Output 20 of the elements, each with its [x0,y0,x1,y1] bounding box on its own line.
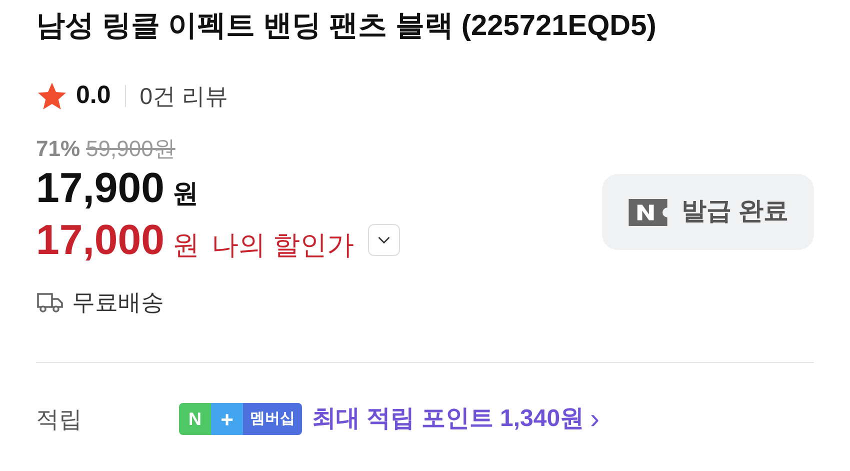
truck-icon [36,291,64,313]
expand-button[interactable] [368,224,400,256]
discount-rate: 71% [36,135,80,163]
points-info[interactable]: 최대 적립 포인트 1,340원 [312,401,584,437]
points-label: 적립 [36,404,83,434]
original-price: 59,900원 [86,135,176,163]
my-price: 17,000 [36,215,164,265]
coupon-button[interactable]: 발급 완료 [602,174,814,250]
chevron-right-icon: › [590,398,600,440]
membership-badge: N + 멤버십 [179,403,302,435]
ticket-icon [628,198,668,226]
my-price-unit: 원 [172,229,200,262]
sale-price-unit: 원 [172,177,198,210]
product-title: 남성 링클 이펙트 밴딩 팬츠 블랙 (225721EQD5) [36,9,658,44]
star-icon [36,80,68,112]
my-price-label: 나의 할인가 [211,229,354,262]
shipping-info: 무료배송 [72,288,164,317]
review-count: 0건 리뷰 [140,82,228,111]
rating-score: 0.0 [76,80,111,112]
sale-price: 17,900 [36,163,164,213]
